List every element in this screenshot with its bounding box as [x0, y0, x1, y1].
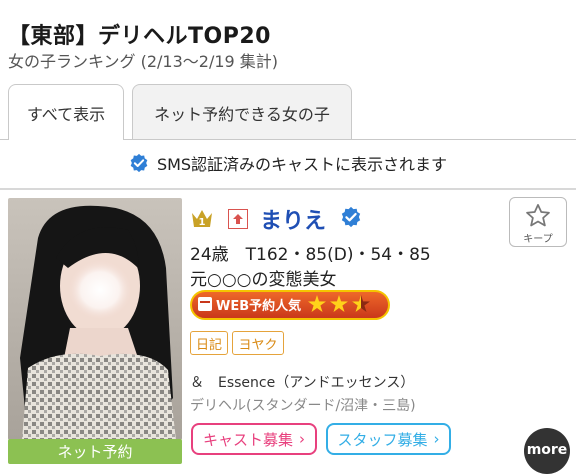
- sms-notice: SMS認証済みのキャストに表示されます: [0, 148, 576, 178]
- notice-text: SMS認証済みのキャストに表示されます: [156, 155, 448, 174]
- tab-net-reserve[interactable]: ネット予約できる女の子: [132, 84, 352, 140]
- staff-recruit-label: スタッフ募集: [337, 430, 428, 449]
- section-divider: [0, 188, 576, 190]
- more-button[interactable]: more: [524, 428, 570, 474]
- keep-label: キープ: [523, 234, 553, 245]
- ranking-period: 女の子ランキング (2/13〜2/19 集計): [8, 52, 279, 71]
- verified-check-icon: [130, 153, 148, 173]
- staff-recruit-button[interactable]: スタッフ募集 ›: [326, 423, 451, 455]
- cast-photo[interactable]: [8, 198, 182, 440]
- cast-catchphrase: 元○○○の変態美女: [190, 270, 337, 290]
- web-popularity-badge: WEB予約人気: [190, 290, 390, 320]
- tag-diary[interactable]: 日記: [190, 331, 228, 355]
- page-title: 【東部】デリヘルTOP20: [8, 24, 271, 49]
- tag-reserve[interactable]: ヨヤク: [232, 331, 284, 355]
- verified-check-icon: [341, 206, 361, 228]
- cast-name[interactable]: まりえ: [260, 203, 326, 235]
- star-outline-icon: [526, 204, 550, 227]
- cast-stats: 24歳 T162・85(D)・54・85: [190, 245, 431, 265]
- tab-label: ネット予約できる女の子: [154, 104, 330, 124]
- shop-info: デリヘル(スタンダード/沼津・三島): [190, 398, 416, 414]
- rank-crown-icon: 1: [192, 210, 212, 228]
- cast-photo-image: [8, 198, 182, 440]
- shop-name[interactable]: ＆ Essence（アンドエッセンス）: [190, 372, 414, 392]
- net-reserve-button[interactable]: ネット予約: [8, 439, 182, 464]
- tab-show-all[interactable]: すべて表示: [8, 84, 124, 140]
- tag-label: ヨヤク: [238, 337, 278, 353]
- keep-button[interactable]: キープ: [509, 197, 567, 247]
- chevron-right-icon: ›: [433, 430, 440, 448]
- cast-recruit-label: キャスト募集: [202, 430, 293, 449]
- cast-recruit-button[interactable]: キャスト募集 ›: [191, 423, 317, 455]
- rank-up-icon: [228, 209, 248, 229]
- web-popularity-label: WEB予約人気: [216, 298, 301, 314]
- chevron-right-icon: ›: [299, 430, 305, 448]
- tag-label: 日記: [195, 337, 222, 353]
- tab-label: すべて表示: [26, 104, 106, 124]
- rank-number: 1: [199, 217, 206, 228]
